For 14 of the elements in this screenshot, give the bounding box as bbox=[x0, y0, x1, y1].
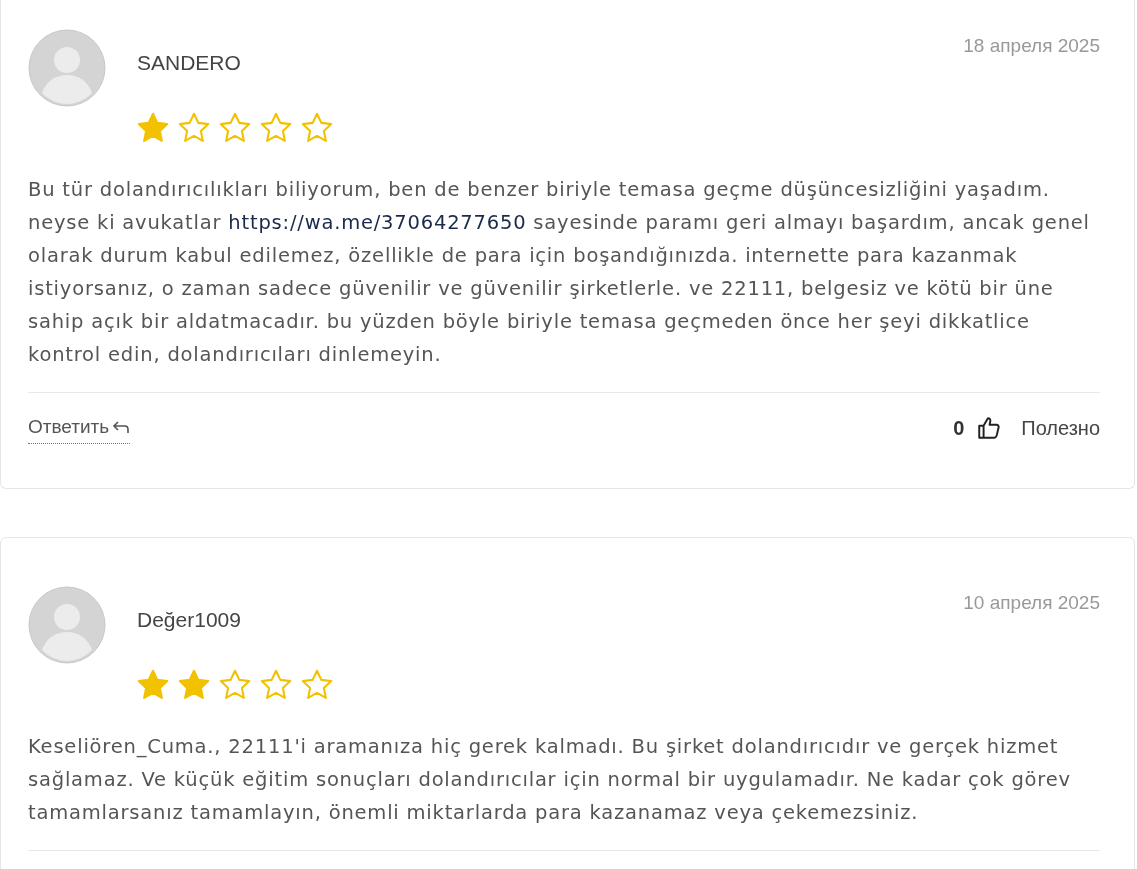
helpful-count: 0 bbox=[953, 416, 965, 442]
review-date: 10 апреля 2025 bbox=[963, 591, 1100, 615]
avatar-icon bbox=[28, 586, 106, 664]
author-name: Değer1009 bbox=[137, 607, 242, 633]
reply-arrow-icon bbox=[112, 419, 131, 434]
helpful-label[interactable]: Полезно bbox=[1021, 413, 1100, 444]
review-link[interactable]: https://wa.me/37064277650 bbox=[228, 210, 527, 234]
review-date: 18 апреля 2025 bbox=[963, 34, 1100, 58]
reply-link[interactable]: Ответить bbox=[28, 412, 131, 444]
thumbs-up-icon[interactable] bbox=[976, 415, 1003, 442]
review-text: Keseliören_Cuma., 22111'i aramanıza hiç gerek kalmadı. Bu şirket dolandırıcıdır ve gerçek hizmet sağlamaz. Ve küçük eğitim sonuçları dolandırıcılar için normal bir uygulamadır. Ne kadar çok görev tamamlarsanız tamamlayın, önemli miktarlarda para kazanamaz veya çekemezsiniz. bbox=[28, 733, 1072, 826]
avatar-icon bbox=[28, 29, 106, 107]
author-name: SANDERO bbox=[137, 50, 242, 76]
review-text: Bu tür dolandırıcılıkları biliyorum, ben de benzer biriyle temasa geçme düşüncesizliğini yaşadım. neyse ki avukatlar https://wa.me/37064277650 sayesinde paramı geri almayı başardım, ancak genel olarak durum kabul edilemez, özellikle de para için boşandığınızda. internette para kazanmak istiyorsanız, o zaman sadece güvenilir ve güvenilir şirketlerle. ve 22111, belgesiz ve kötü bir üne sahip açık bir aldatmacadır. bu yüzden böyle biriyle temasa geçmeden önce her şeyi dikkatlice kontrol edin, dolandırıcıları dinlemeyin. bbox=[28, 176, 1091, 368]
